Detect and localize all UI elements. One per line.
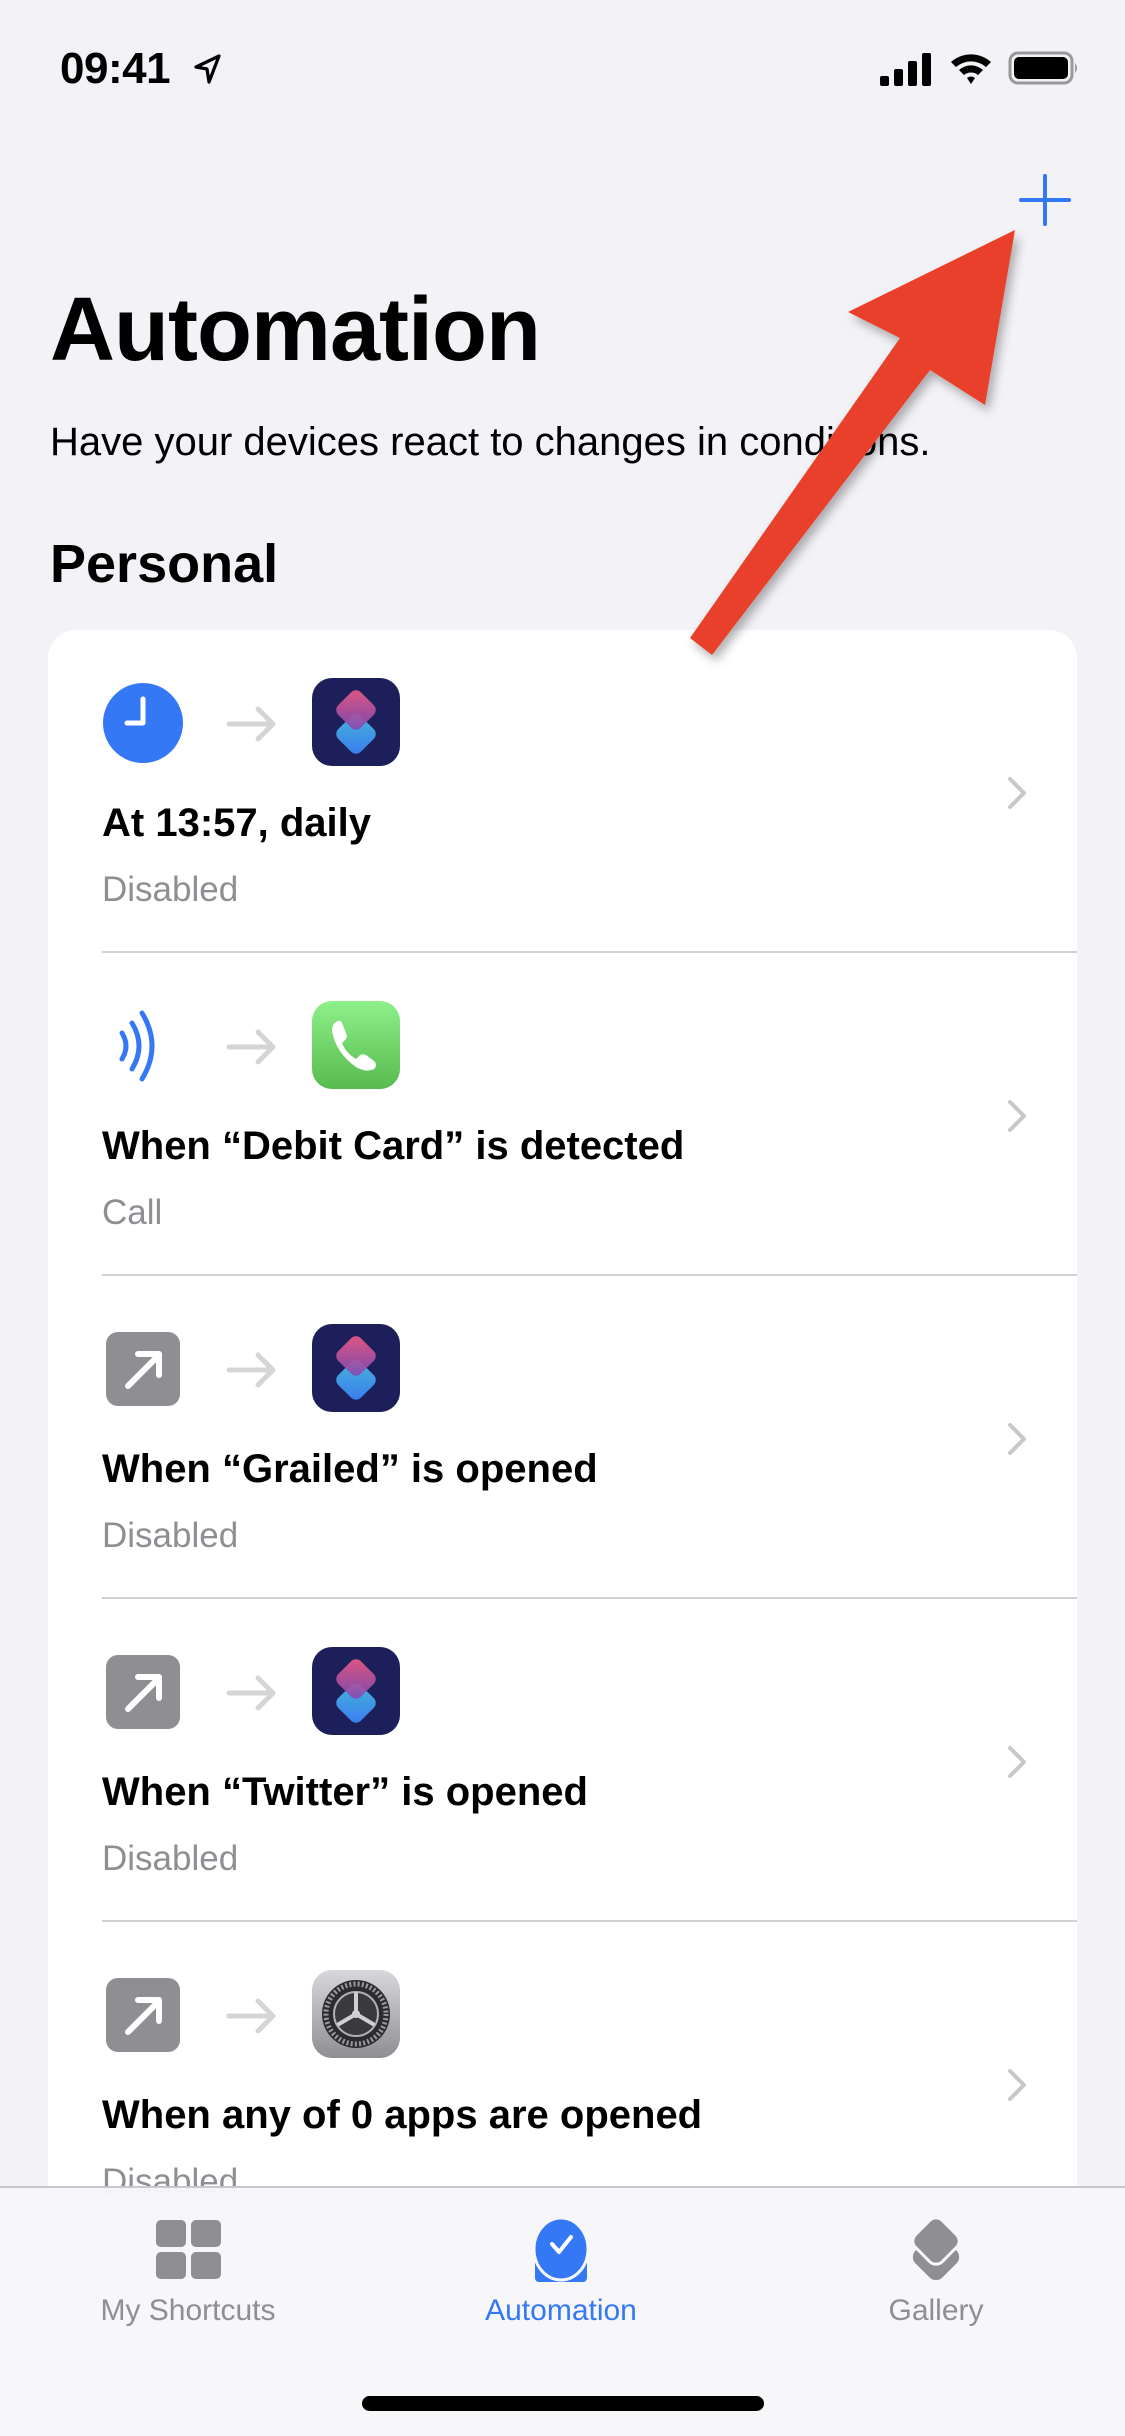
- chevron-right-icon: [1008, 2069, 1026, 2101]
- automation-status: Disabled: [102, 1839, 239, 1878]
- shortcuts-app-icon: [312, 1647, 400, 1735]
- tab-my-shortcuts[interactable]: My Shortcuts: [38, 2188, 338, 2348]
- tab-label: My Shortcuts: [100, 2294, 276, 2327]
- row-icons: [102, 1324, 402, 1414]
- chevron-right-icon: [1008, 1746, 1026, 1778]
- tab-label: Automation: [485, 2294, 637, 2327]
- automation-status: Disabled: [102, 870, 239, 909]
- automation-row[interactable]: When “Twitter” is opened Disabled: [48, 1599, 1077, 1922]
- page-subtitle: Have your devices react to changes in co…: [50, 420, 931, 464]
- flow-arrow-icon: [226, 1352, 276, 1388]
- flow-arrow-icon: [226, 706, 276, 742]
- location-arrow-icon: [194, 54, 221, 84]
- flow-arrow-icon: [226, 1029, 276, 1065]
- clock-icon: [103, 683, 183, 763]
- tab-automation[interactable]: Automation: [411, 2188, 711, 2348]
- page-title: Automation: [50, 280, 541, 380]
- status-time: 09:41: [60, 44, 171, 93]
- automation-row[interactable]: When “Grailed” is opened Disabled: [48, 1276, 1077, 1599]
- open-app-icon: [106, 1655, 180, 1729]
- plus-icon: [1019, 174, 1071, 226]
- battery-icon: [1008, 51, 1077, 85]
- status-bar: 09:41: [0, 0, 1125, 140]
- flow-arrow-icon: [226, 1998, 276, 2034]
- automation-title: When “Twitter” is opened: [102, 1770, 588, 1814]
- open-app-icon: [106, 1332, 180, 1406]
- automations-list: At 13:57, daily Disabled When “Debit Car…: [48, 630, 1077, 2330]
- open-app-icon: [106, 1978, 180, 2052]
- shortcuts-app-icon: [312, 1324, 400, 1412]
- tab-label: Gallery: [888, 2294, 984, 2327]
- automation-title: At 13:57, daily: [102, 801, 372, 845]
- automation-status: Disabled: [102, 1516, 239, 1555]
- chevron-right-icon: [1008, 1423, 1026, 1455]
- flow-arrow-icon: [226, 1675, 276, 1711]
- automation-title: When “Debit Card” is detected: [102, 1124, 685, 1168]
- cellular-signal-icon: [880, 53, 931, 86]
- automation-row[interactable]: When “Debit Card” is detected Call: [48, 953, 1077, 1276]
- chevron-right-icon: [1008, 1100, 1026, 1132]
- phone-app-icon: [312, 1001, 400, 1089]
- chevron-right-icon: [1008, 777, 1026, 809]
- automation-title: When “Grailed” is opened: [102, 1447, 598, 1491]
- grid-icon: [156, 2220, 221, 2279]
- home-indicator[interactable]: [362, 2396, 764, 2411]
- tab-gallery[interactable]: Gallery: [786, 2188, 1086, 2348]
- row-icons: [102, 678, 402, 768]
- row-icons: [102, 1970, 402, 2060]
- nfc-icon: [119, 1010, 155, 1082]
- automation-row[interactable]: At 13:57, daily Disabled: [48, 630, 1077, 953]
- wifi-icon: [951, 54, 991, 84]
- row-icons: [102, 1647, 402, 1737]
- automation-title: When any of 0 apps are opened: [102, 2093, 703, 2137]
- row-icons: [102, 1001, 402, 1091]
- add-automation-button[interactable]: [1010, 165, 1080, 235]
- shortcuts-app-icon: [312, 678, 400, 766]
- section-title: Personal: [50, 534, 279, 594]
- automation-check-icon: [532, 2216, 590, 2282]
- settings-app-icon: [312, 1970, 400, 2058]
- automation-status: Call: [102, 1193, 163, 1232]
- layers-icon: [911, 2216, 961, 2281]
